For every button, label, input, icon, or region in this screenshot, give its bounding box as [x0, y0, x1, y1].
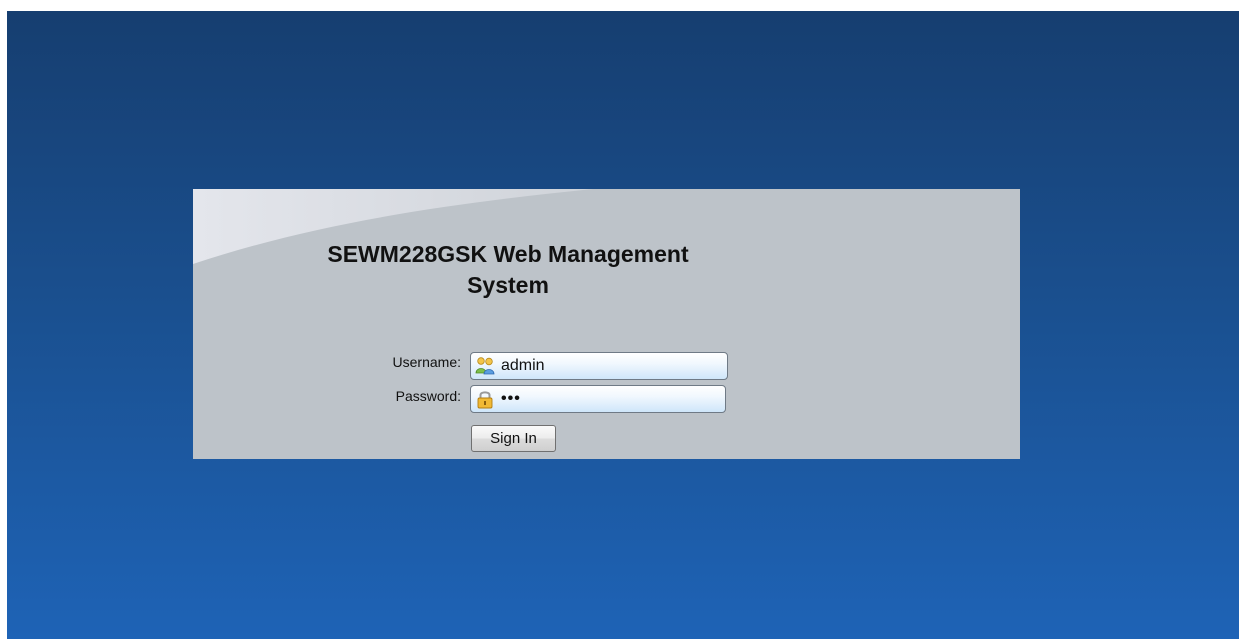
page-title: SEWM228GSK Web Management System — [283, 239, 733, 301]
login-panel: SEWM228GSK Web Management System Usernam… — [193, 189, 1020, 459]
username-input[interactable] — [501, 355, 721, 377]
lock-icon — [475, 389, 495, 409]
title-line-2: System — [467, 272, 549, 298]
users-icon — [475, 356, 495, 376]
password-input[interactable] — [501, 388, 721, 410]
username-field[interactable] — [470, 352, 728, 380]
title-line-1: SEWM228GSK Web Management — [327, 241, 689, 267]
password-field[interactable] — [470, 385, 726, 413]
page-background: SEWM228GSK Web Management System Usernam… — [7, 11, 1239, 639]
username-label: Username: — [392, 354, 461, 370]
sign-in-button[interactable]: Sign In — [471, 425, 556, 452]
password-label: Password: — [395, 388, 461, 404]
